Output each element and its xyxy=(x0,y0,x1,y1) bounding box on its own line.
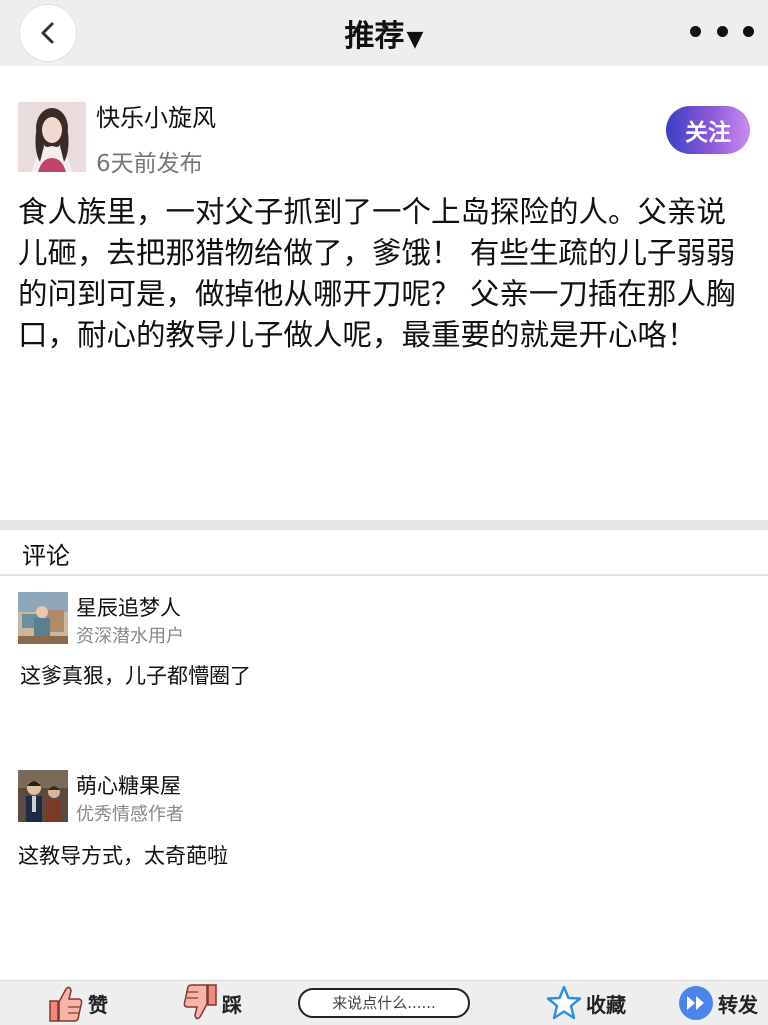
comment-input[interactable]: 来说点什么...... xyxy=(298,988,470,1018)
chevron-left-icon xyxy=(41,22,54,44)
avatar-image xyxy=(18,102,86,172)
dislike-label: 踩 xyxy=(222,992,242,1017)
favorite-button[interactable]: 收藏 xyxy=(546,981,626,1025)
favorite-label: 收藏 xyxy=(586,992,626,1017)
avatar-image xyxy=(18,770,68,822)
share-label: 转发 xyxy=(718,992,758,1017)
commenter-avatar[interactable] xyxy=(18,770,68,822)
post-body: 食人族里，一对父子抓到了一个上岛探险的人。父亲说儿砸，去把那猎物给做了，爹饿！ … xyxy=(18,195,736,352)
comment-text: 这爹真狠，儿子都懵圈了 xyxy=(20,664,251,688)
feed-selector: 推荐▼ xyxy=(0,0,768,66)
dislike-button[interactable]: 踩 xyxy=(182,981,242,1025)
commenter-name[interactable]: 星辰追梦人 xyxy=(76,592,181,622)
follow-button[interactable]: 关注 xyxy=(666,106,750,154)
comments-divider xyxy=(0,574,768,576)
more-dot-icon xyxy=(716,25,728,37)
like-label: 赞 xyxy=(88,992,108,1017)
bottom-action-bar: 赞 踩 来说点什么...... 收藏 转发 xyxy=(0,980,768,1025)
thumbs-up-icon xyxy=(49,986,83,1022)
feed-selector-button[interactable]: 推荐▼ xyxy=(345,11,424,55)
avatar-image xyxy=(18,592,68,644)
author-name[interactable]: 快乐小旋风 xyxy=(96,98,216,133)
top-bar: 推荐▼ xyxy=(0,0,768,66)
feed-title: 推荐 xyxy=(344,19,405,54)
back-button[interactable] xyxy=(20,5,76,61)
more-dot-icon xyxy=(690,25,701,37)
post-time: 6天前发布 xyxy=(96,151,203,177)
author-avatar[interactable] xyxy=(18,102,86,172)
dropdown-caret-icon: ▼ xyxy=(406,27,424,52)
forward-icon xyxy=(679,986,713,1020)
commenter-name[interactable]: 萌心糖果屋 xyxy=(76,770,181,800)
share-button[interactable]: 转发 xyxy=(678,981,758,1025)
commenter-avatar[interactable] xyxy=(18,592,68,644)
star-icon xyxy=(546,985,582,1020)
thumbs-down-icon xyxy=(183,984,217,1020)
more-dot-icon xyxy=(743,25,754,37)
commenter-role: 优秀情感作者 xyxy=(76,804,184,825)
section-divider xyxy=(0,520,768,530)
more-options-button[interactable] xyxy=(690,18,754,44)
comment-text: 这教导方式，太奇葩啦 xyxy=(18,844,228,868)
comments-title: 评论 xyxy=(22,542,70,570)
commenter-role: 资深潜水用户 xyxy=(76,626,184,647)
like-button[interactable]: 赞 xyxy=(48,981,108,1025)
